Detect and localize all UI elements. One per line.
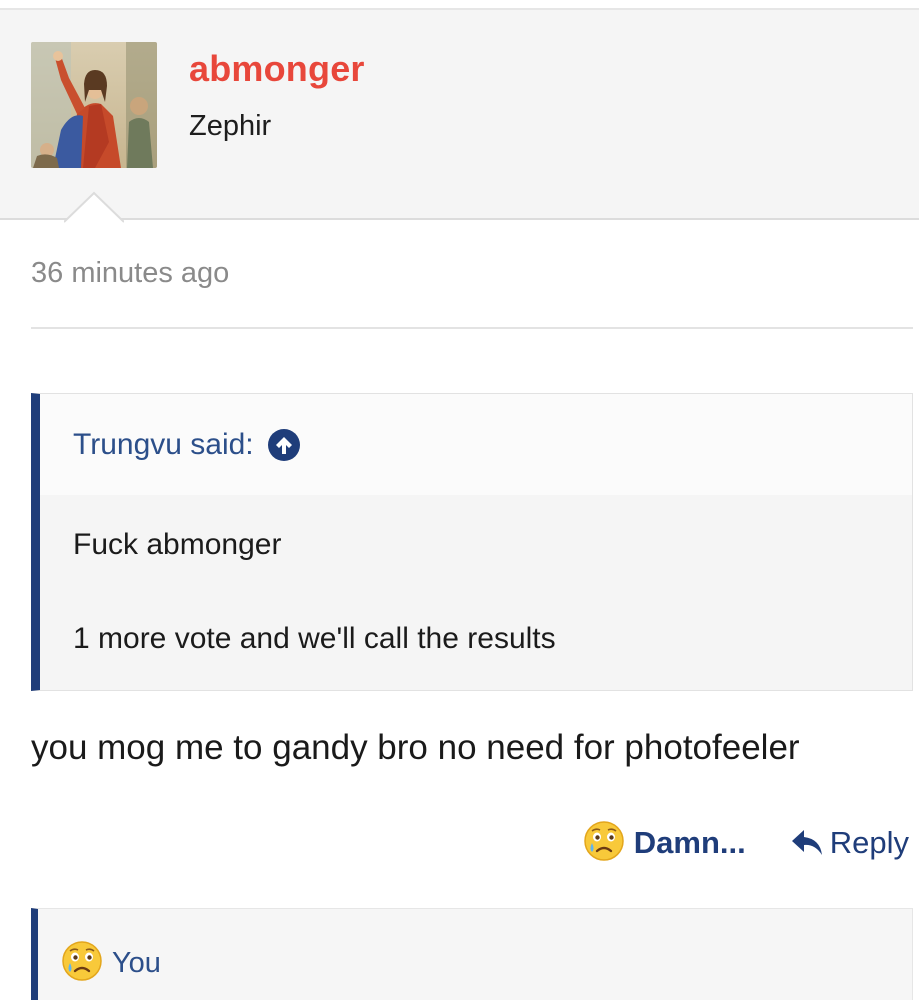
post-message: you mog me to gandy bro no need for phot… — [31, 728, 800, 767]
avatar-painting-icon — [31, 42, 157, 168]
reaction-button[interactable]: Damn... — [584, 820, 746, 866]
user-avatar[interactable] — [31, 42, 157, 168]
quote-block: Trungvu said: Fuck abmonger 1 more vote … — [31, 393, 913, 691]
quote-author-label[interactable]: Trungvu said: — [73, 428, 254, 462]
reply-button[interactable]: Reply — [790, 825, 909, 861]
post-actions: Damn... Reply — [584, 818, 909, 868]
reactions-summary-bar[interactable]: You — [31, 908, 913, 1000]
quote-text-line: Fuck abmonger — [73, 528, 282, 561]
arrow-up-circle-icon[interactable] — [267, 429, 300, 461]
reply-arrow-icon — [791, 830, 822, 855]
post-user-header: abmonger Zephir — [0, 10, 919, 220]
reactions-summary-label[interactable]: You — [112, 947, 161, 980]
post-divider — [31, 327, 913, 329]
header-pointer-arrow — [64, 191, 124, 223]
quote-author[interactable]: Trungvu said: — [73, 428, 300, 462]
post-timestamp[interactable]: 36 minutes ago — [31, 257, 229, 290]
reactions-summary[interactable]: You — [62, 941, 161, 986]
user-title: Zephir — [189, 110, 272, 142]
quote-text-line: 1 more vote and we'll call the results — [73, 622, 556, 655]
reaction-label[interactable]: Damn... — [634, 825, 746, 861]
reply-label[interactable]: Reply — [830, 825, 909, 861]
sad-tear-emoji-icon — [62, 941, 102, 986]
sad-tear-emoji-icon — [584, 820, 624, 866]
username-link[interactable]: abmonger — [189, 48, 365, 90]
